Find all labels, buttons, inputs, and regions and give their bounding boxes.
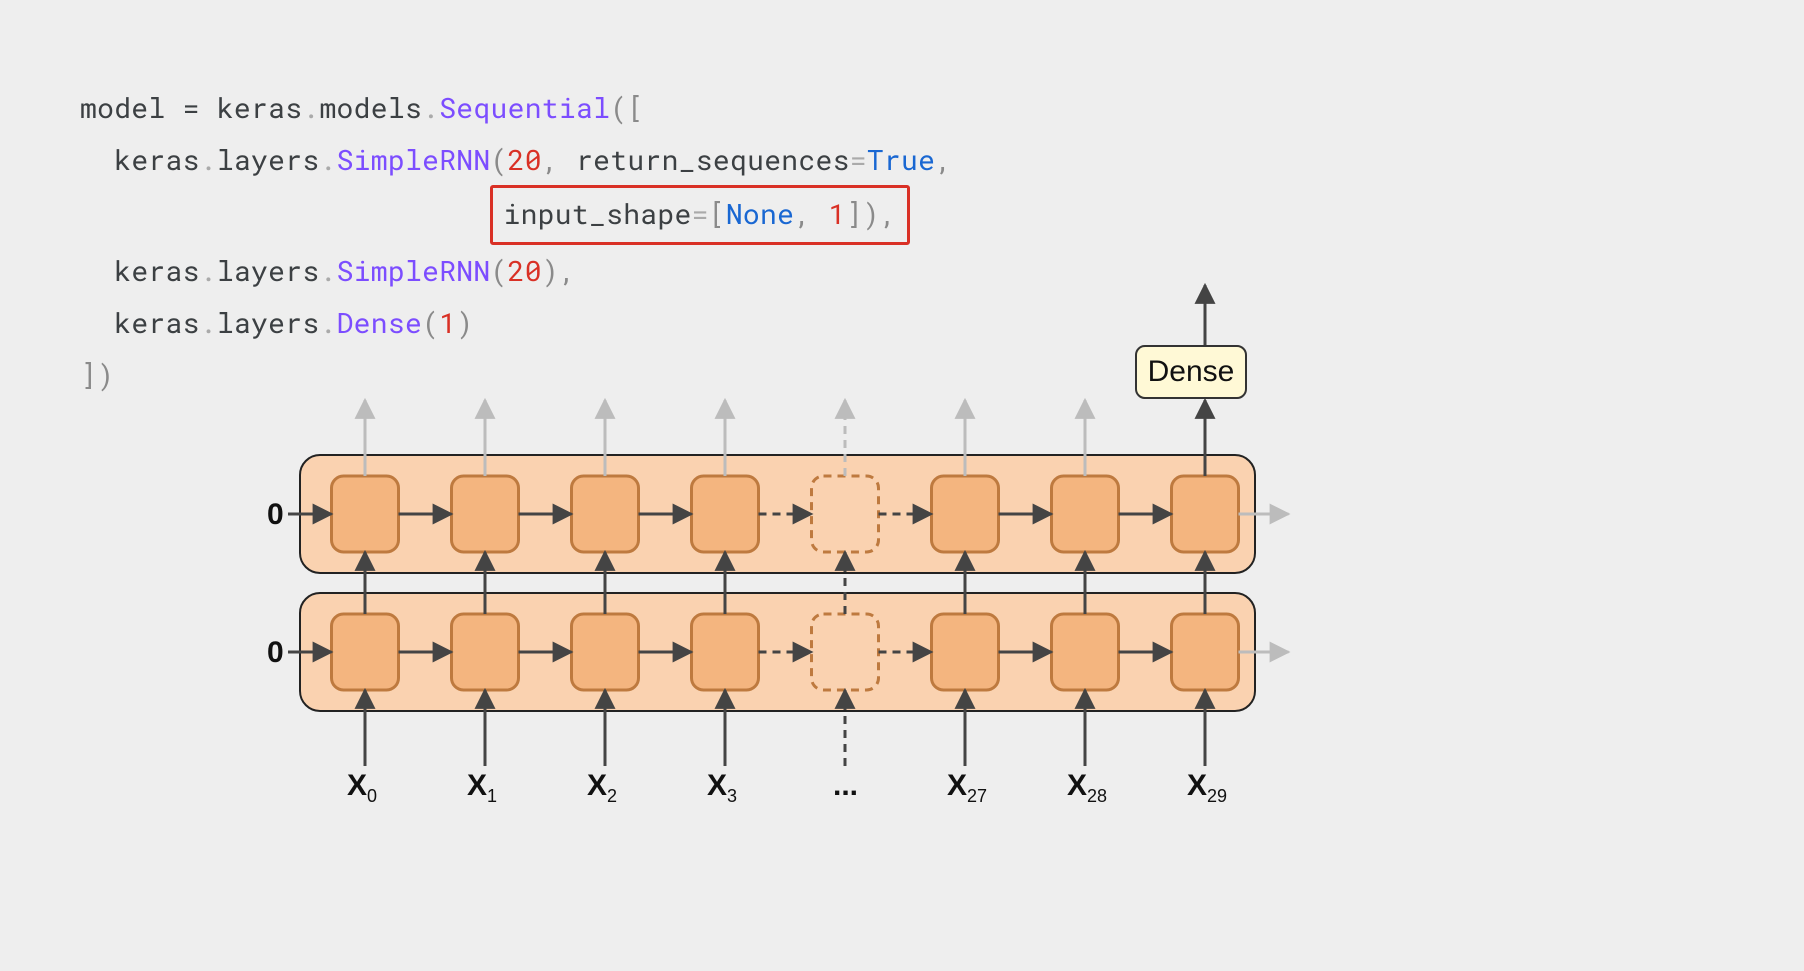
code-token: layers [217, 252, 320, 289]
code-paren: ([ [610, 89, 644, 126]
slide: model = keras.models.Sequential([ keras.… [0, 0, 1804, 971]
code-keyword: None [726, 195, 794, 232]
input-label: X2 [587, 769, 617, 807]
input-label: X0 [347, 769, 377, 807]
code-dot: . [319, 304, 336, 341]
rnn-diagram: Dense 0 0 X0X1X2X3...X27X28X29 [270, 440, 1300, 940]
code-dot: . [319, 252, 336, 289]
code-func: SimpleRNN [337, 252, 491, 289]
code-dot: . [200, 252, 217, 289]
code-number: 20 [508, 141, 542, 178]
code-paren: ( [491, 141, 508, 178]
code-token: = [166, 89, 217, 126]
code-token: input_shape [503, 195, 691, 232]
code-token: keras [114, 141, 200, 178]
code-bracket: [ [709, 195, 726, 232]
code-dot: . [200, 304, 217, 341]
initial-state-bottom: 0 [267, 636, 284, 670]
code-comma: , [542, 141, 576, 178]
input-label: X27 [947, 769, 987, 807]
code-func: Sequential [439, 89, 610, 126]
code-eq: = [692, 195, 709, 232]
input-label: X3 [707, 769, 737, 807]
code-token: models [319, 89, 422, 126]
rnn-svg [270, 440, 1300, 790]
dense-output-box: Dense [1135, 345, 1247, 399]
code-block: model = keras.models.Sequential([ keras.… [80, 30, 1724, 401]
code-func: Dense [337, 304, 423, 341]
code-bracket: ]), [846, 195, 897, 232]
code-token: layers [217, 304, 320, 341]
initial-state-top: 0 [267, 498, 284, 532]
code-token: layers [217, 141, 320, 178]
code-comma: , [935, 141, 952, 178]
code-number: 1 [828, 195, 845, 232]
input-label: ... [833, 769, 858, 803]
code-comma: , [794, 195, 828, 232]
code-paren: ( [491, 252, 508, 289]
code-number: 1 [439, 304, 456, 341]
code-paren: ), [542, 252, 576, 289]
code-token: model [80, 89, 166, 126]
code-eq: = [850, 141, 867, 178]
code-dot: . [422, 89, 439, 126]
code-number: 20 [508, 252, 542, 289]
code-dot: . [302, 89, 319, 126]
code-token: return_sequences [576, 141, 850, 178]
code-token: keras [217, 89, 303, 126]
code-keyword: True [867, 141, 935, 178]
code-paren: ) [456, 304, 473, 341]
input-label: X28 [1067, 769, 1107, 807]
code-token: keras [114, 252, 200, 289]
input-label: X29 [1187, 769, 1227, 807]
code-paren: ( [422, 304, 439, 341]
code-dot: . [200, 141, 217, 178]
code-paren: ]) [80, 356, 114, 393]
input-label: X1 [467, 769, 497, 807]
code-func: SimpleRNN [337, 141, 491, 178]
highlight-input-shape: input_shape=[None, 1]), [490, 185, 909, 245]
code-dot: . [319, 141, 336, 178]
code-token: keras [114, 304, 200, 341]
